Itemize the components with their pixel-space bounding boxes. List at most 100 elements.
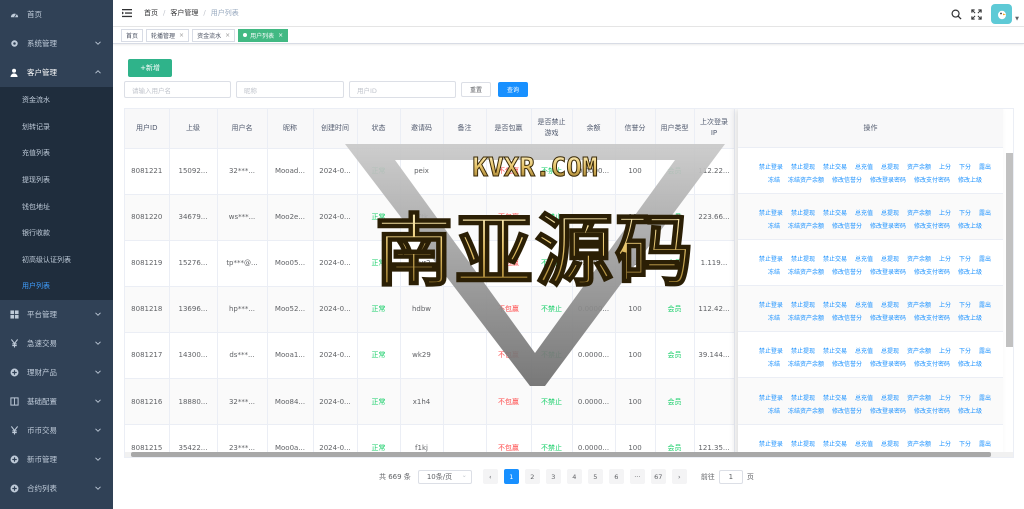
sidebar-item-top-1[interactable]: 系统管理 xyxy=(0,29,113,58)
operation-link[interactable]: 修改信誉分 xyxy=(832,359,862,368)
sidebar-item-after-6[interactable]: 合约列表 xyxy=(0,474,113,503)
operation-link[interactable]: 总充值 xyxy=(855,300,873,309)
hamburger-icon[interactable] xyxy=(122,8,132,18)
tag-2[interactable]: 资金流水 × xyxy=(192,28,236,42)
operation-link[interactable]: 冻结资产余额 xyxy=(788,221,824,230)
operation-link[interactable]: 禁止交易 xyxy=(823,346,847,355)
operation-link[interactable]: 禁止登录 xyxy=(759,439,783,448)
breadcrumb-home[interactable]: 首页 xyxy=(144,8,158,18)
operation-link[interactable]: 修改信誉分 xyxy=(832,406,862,415)
sidebar-subitem[interactable]: 用户列表 xyxy=(0,273,113,300)
operation-link[interactable]: 露出 xyxy=(979,208,991,217)
operation-link[interactable]: 修改信誉分 xyxy=(832,267,862,276)
operation-link[interactable]: 总提现 xyxy=(881,300,899,309)
tag-3[interactable]: 用户列表 × xyxy=(238,28,289,42)
page-number[interactable]: 67 xyxy=(650,469,666,484)
operation-link[interactable]: 冻结 xyxy=(768,359,780,368)
operation-link[interactable]: 上分 xyxy=(939,439,951,448)
sidebar-subitem[interactable]: 银行收款 xyxy=(0,219,113,247)
prev-page-button[interactable]: ‹ xyxy=(482,469,498,484)
search-button[interactable]: 查询 xyxy=(498,82,528,97)
operation-link[interactable]: 禁止提现 xyxy=(791,346,815,355)
sidebar-subitem[interactable]: 充值列表 xyxy=(0,140,113,167)
operation-link[interactable]: 上分 xyxy=(939,162,951,171)
operation-link[interactable]: 禁止提现 xyxy=(791,393,815,402)
operation-link[interactable]: 上分 xyxy=(939,346,951,355)
operation-link[interactable]: 修改登录密码 xyxy=(870,221,906,230)
operation-link[interactable]: 修改支付密码 xyxy=(914,406,950,415)
sidebar-subitem[interactable]: 初高级认证列表 xyxy=(0,246,113,274)
operation-link[interactable]: 总充值 xyxy=(855,254,873,263)
operation-link[interactable]: 修改上级 xyxy=(958,221,982,230)
operation-link[interactable]: 修改上级 xyxy=(958,267,982,276)
operation-link[interactable]: 总提现 xyxy=(881,439,899,448)
breadcrumb-section[interactable]: 客户管理 xyxy=(170,8,198,18)
reset-button[interactable]: 重置 xyxy=(461,82,491,97)
sidebar-item-top-0[interactable]: 首页 xyxy=(0,0,113,29)
operation-link[interactable]: 冻结资产余额 xyxy=(788,175,824,184)
operation-link[interactable]: 总充值 xyxy=(855,346,873,355)
sidebar-subitem[interactable]: 提现列表 xyxy=(0,166,113,194)
operation-link[interactable]: 禁止交易 xyxy=(823,208,847,217)
table-vertical-scrollbar[interactable] xyxy=(1006,153,1013,347)
operation-link[interactable]: 总提现 xyxy=(881,162,899,171)
operation-link[interactable]: 修改登录密码 xyxy=(870,313,906,322)
operation-link[interactable]: 上分 xyxy=(939,393,951,402)
operation-link[interactable]: 下分 xyxy=(959,439,971,448)
operation-link[interactable]: 资产余额 xyxy=(907,162,931,171)
operation-link[interactable]: 禁止提现 xyxy=(791,300,815,309)
operation-link[interactable]: 上分 xyxy=(939,300,951,309)
sidebar-subitem[interactable]: 资金流水 xyxy=(0,87,113,114)
operation-link[interactable]: 冻结 xyxy=(768,175,780,184)
page-number[interactable]: 3 xyxy=(545,469,561,484)
tag-0[interactable]: 首页 xyxy=(121,28,144,42)
operation-link[interactable]: 下分 xyxy=(959,393,971,402)
nickname-input[interactable]: 昵称 xyxy=(236,81,344,98)
operation-link[interactable]: 冻结资产余额 xyxy=(788,313,824,322)
operation-link[interactable]: 修改登录密码 xyxy=(870,359,906,368)
operation-link[interactable]: 冻结资产余额 xyxy=(788,359,824,368)
operation-link[interactable]: 下分 xyxy=(959,254,971,263)
add-button[interactable]: +新增 xyxy=(128,59,172,77)
caret-down-icon[interactable]: ▼ xyxy=(1015,16,1019,22)
scrollbar-thumb[interactable] xyxy=(131,452,991,457)
sidebar-item-after-4[interactable]: 币币交易 xyxy=(0,416,113,445)
operation-link[interactable]: 禁止提现 xyxy=(791,439,815,448)
operation-link[interactable]: 下分 xyxy=(959,208,971,217)
operation-link[interactable]: 总提现 xyxy=(881,346,899,355)
operation-link[interactable]: 禁止登录 xyxy=(759,300,783,309)
page-number[interactable]: 5 xyxy=(587,469,603,484)
sidebar-item-after-3[interactable]: 基础配置 xyxy=(0,387,113,416)
operation-link[interactable]: 总提现 xyxy=(881,254,899,263)
page-number[interactable]: ··· xyxy=(629,469,645,484)
operation-link[interactable]: 修改登录密码 xyxy=(870,406,906,415)
operation-link[interactable]: 露出 xyxy=(979,254,991,263)
operation-link[interactable]: 修改上级 xyxy=(958,175,982,184)
operation-link[interactable]: 修改上级 xyxy=(958,406,982,415)
operation-link[interactable]: 禁止登录 xyxy=(759,346,783,355)
operation-link[interactable]: 冻结资产余额 xyxy=(788,406,824,415)
close-icon[interactable]: × xyxy=(278,32,283,39)
table-horizontal-scrollbar[interactable] xyxy=(125,452,1013,457)
page-number[interactable]: 2 xyxy=(524,469,540,484)
operation-link[interactable]: 冻结 xyxy=(768,267,780,276)
operation-link[interactable]: 修改支付密码 xyxy=(914,221,950,230)
operation-link[interactable]: 修改支付密码 xyxy=(914,359,950,368)
goto-page-input[interactable]: 1 xyxy=(718,469,743,484)
operation-link[interactable]: 修改上级 xyxy=(958,359,982,368)
close-icon[interactable]: × xyxy=(225,32,230,39)
operation-link[interactable]: 资产余额 xyxy=(907,346,931,355)
operation-link[interactable]: 下分 xyxy=(959,162,971,171)
close-icon[interactable]: × xyxy=(179,32,184,39)
operation-link[interactable]: 禁止提现 xyxy=(791,162,815,171)
operation-link[interactable]: 资产余额 xyxy=(907,439,931,448)
operation-link[interactable]: 修改支付密码 xyxy=(914,267,950,276)
operation-link[interactable]: 冻结资产余额 xyxy=(788,267,824,276)
sidebar-item-after-0[interactable]: 平台管理 xyxy=(0,300,113,329)
operation-link[interactable]: 冻结 xyxy=(768,313,780,322)
operation-link[interactable]: 总充值 xyxy=(855,162,873,171)
operation-link[interactable]: 禁止交易 xyxy=(823,300,847,309)
search-icon[interactable] xyxy=(951,9,962,20)
operation-link[interactable]: 禁止交易 xyxy=(823,162,847,171)
operation-link[interactable]: 露出 xyxy=(979,393,991,402)
